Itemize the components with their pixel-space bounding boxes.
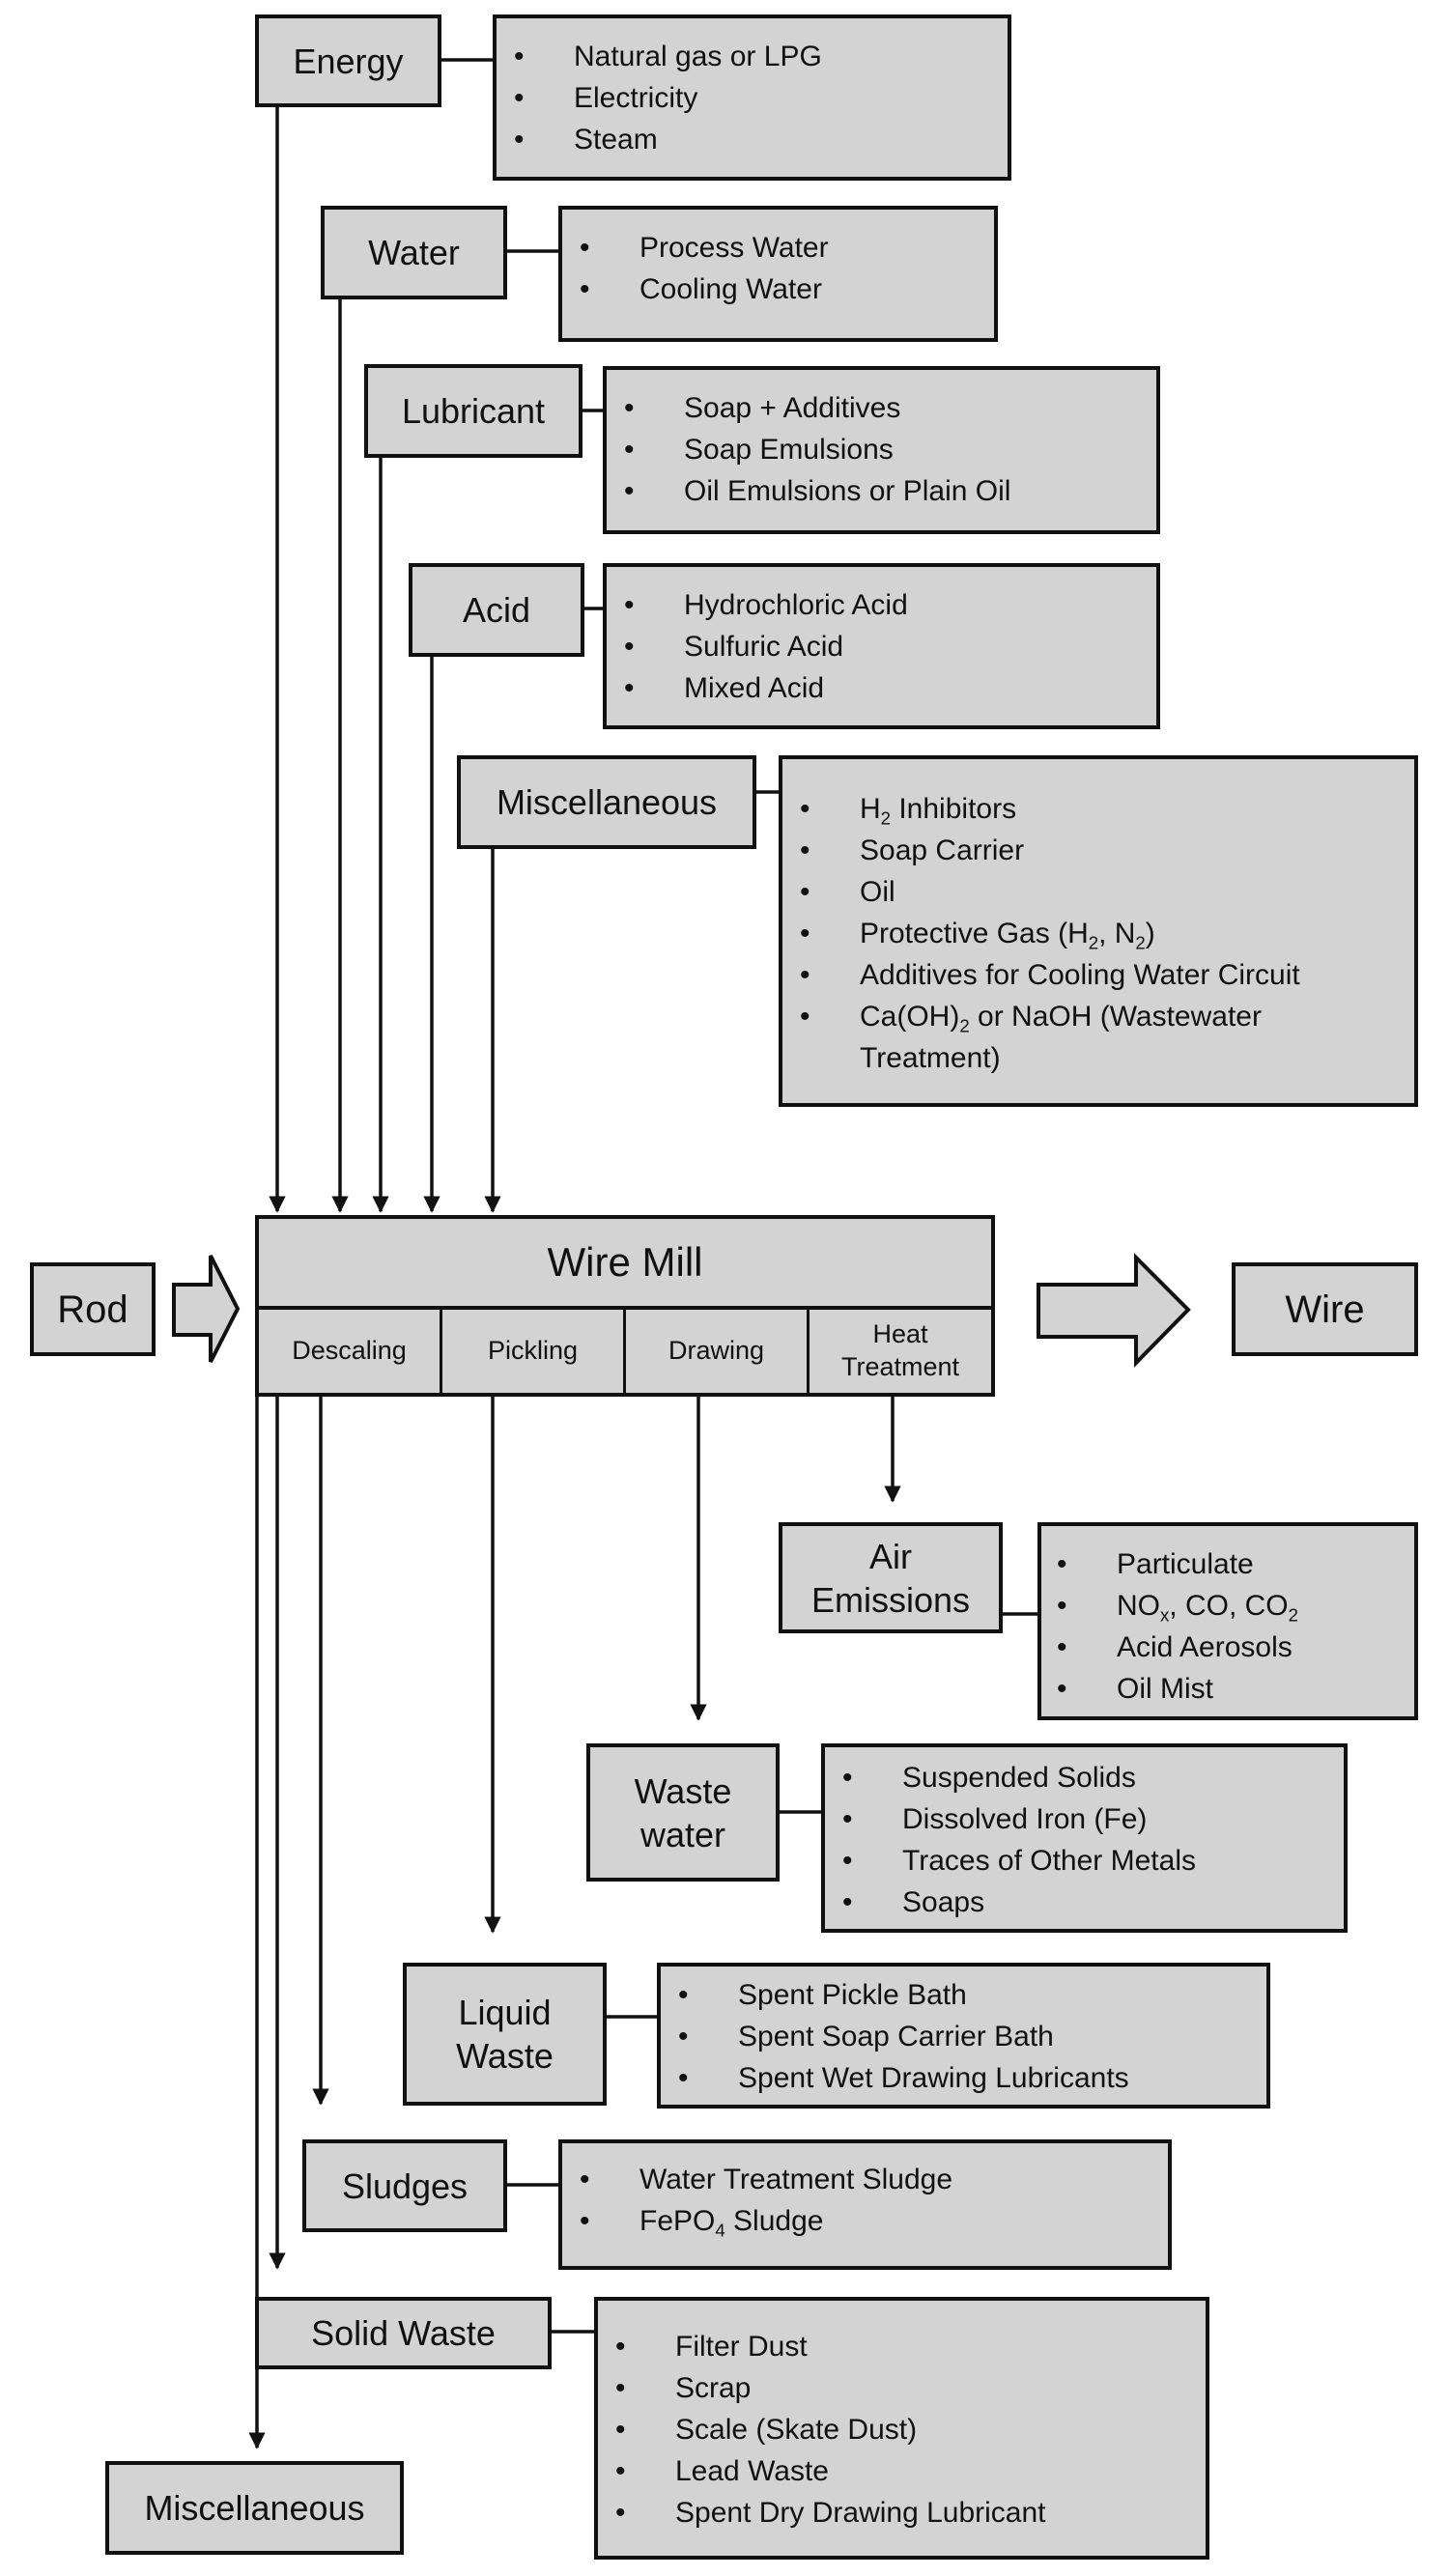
list-item: Ca(OH)2 or NaOH (Wastewater Treatment): [800, 996, 1395, 1079]
subscript: 2: [1088, 932, 1099, 953]
misc-output-box: Miscellaneous: [105, 2461, 404, 2555]
subscript: 2: [880, 807, 892, 829]
lubricant-box: Lubricant: [364, 364, 582, 458]
list-item: Electricity: [514, 77, 988, 119]
subscript: 2: [959, 1015, 970, 1036]
bullet-list: Process WaterCooling Water: [580, 227, 975, 310]
lubricant-label: Lubricant: [401, 391, 546, 431]
wire-box: Wire: [1232, 1262, 1418, 1356]
bullet-list: Hydrochloric AcidSulfuric AcidMixed Acid: [624, 584, 1137, 709]
bullet-list: Water Treatment SludgeFePO4 Sludge: [580, 2159, 1149, 2242]
solid-waste-label: Solid Waste: [311, 2313, 496, 2353]
acid-box: Acid: [409, 563, 584, 657]
list-item: Oil Mist: [1057, 1668, 1395, 1710]
lubricant-list: Soap + AdditivesSoap EmulsionsOil Emulsi…: [603, 366, 1160, 534]
list-item: Scale (Skate Dust): [615, 2409, 1186, 2450]
list-item: Spent Soap Carrier Bath: [678, 2016, 1247, 2057]
air-emissions-box: Air Emissions: [779, 1522, 1003, 1633]
wire-label: Wire: [1285, 1288, 1365, 1331]
list-item: Soaps: [842, 1882, 1324, 1923]
list-item: Additives for Cooling Water Circuit: [800, 954, 1395, 996]
wire-flow-arrow: [1037, 1253, 1191, 1368]
wire-mill: Wire Mill Descaling Pickling Drawing Hea…: [255, 1215, 995, 1397]
step-pickling: Pickling: [442, 1310, 626, 1393]
subscript: x: [1160, 1604, 1170, 1626]
wastewater-list: Suspended SolidsDissolved Iron (Fe)Trace…: [821, 1743, 1348, 1933]
air-emissions-label: Air Emissions: [810, 1536, 971, 1620]
subscript: 2: [1288, 1604, 1298, 1626]
solid-waste-box: Solid Waste: [255, 2297, 552, 2369]
list-item: Protective Gas (H2, N2): [800, 913, 1395, 954]
bullet-list: Filter DustScrapScale (Skate Dust)Lead W…: [615, 2326, 1186, 2534]
bullet-list: Soap + AdditivesSoap EmulsionsOil Emulsi…: [624, 387, 1137, 512]
bullet-list: Natural gas or LPGElectricitySteam: [514, 36, 988, 160]
rod-box: Rod: [30, 1262, 156, 1356]
liquid-waste-list: Spent Pickle BathSpent Soap Carrier Bath…: [657, 1963, 1270, 2109]
list-item: Traces of Other Metals: [842, 1840, 1324, 1882]
list-item: Particulate: [1057, 1543, 1395, 1585]
wastewater-box: Waste water: [586, 1743, 780, 1882]
list-item: Water Treatment Sludge: [580, 2159, 1149, 2200]
solid-waste-list: Filter DustScrapScale (Skate Dust)Lead W…: [594, 2297, 1209, 2560]
list-item: Lead Waste: [615, 2450, 1186, 2492]
sludges-list: Water Treatment SludgeFePO4 Sludge: [558, 2139, 1172, 2270]
water-label: Water: [368, 233, 460, 272]
list-item: Spent Wet Drawing Lubricants: [678, 2057, 1247, 2099]
rod-label: Rod: [57, 1288, 128, 1331]
water-list: Process WaterCooling Water: [558, 206, 998, 342]
list-item: Dissolved Iron (Fe): [842, 1798, 1324, 1840]
subscript: 2: [1135, 932, 1146, 953]
acid-list: Hydrochloric AcidSulfuric AcidMixed Acid: [603, 563, 1160, 729]
energy-label: Energy: [293, 41, 404, 81]
list-item: Natural gas or LPG: [514, 36, 988, 77]
list-item: Soap Carrier: [800, 830, 1395, 871]
step-drawing: Drawing: [626, 1310, 810, 1393]
energy-list: Natural gas or LPGElectricitySteam: [493, 14, 1011, 181]
list-item: Process Water: [580, 227, 975, 269]
list-item: Mixed Acid: [624, 667, 1137, 709]
step-heat-treatment: Heat Treatment: [840, 1319, 960, 1381]
misc-input-label: Miscellaneous: [496, 782, 718, 822]
list-item: Spent Dry Drawing Lubricant: [615, 2492, 1186, 2534]
acid-label: Acid: [462, 590, 531, 630]
bullet-list: ParticulateNOx, CO, CO2Acid AerosolsOil …: [1057, 1543, 1395, 1710]
list-item: Soap + Additives: [624, 387, 1137, 429]
sludges-label: Sludges: [341, 2166, 469, 2206]
step-descaling: Descaling: [259, 1310, 442, 1393]
liquid-waste-box: Liquid Waste: [403, 1963, 607, 2106]
list-item: Hydrochloric Acid: [624, 584, 1137, 626]
list-item: NOx, CO, CO2: [1057, 1585, 1395, 1627]
list-item: Oil Emulsions or Plain Oil: [624, 470, 1137, 512]
list-item: Scrap: [615, 2367, 1186, 2409]
list-item: H2 Inhibitors: [800, 788, 1395, 830]
list-item: Soap Emulsions: [624, 429, 1137, 470]
water-box: Water: [321, 206, 507, 299]
list-item: Oil: [800, 871, 1395, 913]
bullet-list: Spent Pickle BathSpent Soap Carrier Bath…: [678, 1974, 1247, 2099]
list-item: Cooling Water: [580, 269, 975, 310]
list-item: Acid Aerosols: [1057, 1627, 1395, 1668]
bullet-list: Suspended SolidsDissolved Iron (Fe)Trace…: [842, 1757, 1324, 1923]
subscript: 4: [715, 2220, 725, 2241]
list-item: Steam: [514, 119, 988, 160]
air-emissions-list: ParticulateNOx, CO, CO2Acid AerosolsOil …: [1037, 1522, 1418, 1720]
sludges-box: Sludges: [302, 2139, 507, 2232]
wastewater-label: Waste water: [634, 1770, 732, 1854]
rod-flow-arrow: [172, 1255, 241, 1363]
bullet-list: H2 InhibitorsSoap CarrierOilProtective G…: [800, 788, 1395, 1079]
wire-mill-title: Wire Mill: [259, 1219, 991, 1310]
misc-input-list: H2 InhibitorsSoap CarrierOilProtective G…: [779, 755, 1418, 1107]
liquid-waste-label: Liquid Waste: [456, 1993, 554, 2076]
list-item: Spent Pickle Bath: [678, 1974, 1247, 2016]
misc-output-label: Miscellaneous: [144, 2488, 365, 2528]
list-item: Sulfuric Acid: [624, 626, 1137, 667]
energy-box: Energy: [255, 14, 441, 107]
list-item: Suspended Solids: [842, 1757, 1324, 1798]
misc-input-box: Miscellaneous: [457, 755, 756, 849]
list-item: Filter Dust: [615, 2326, 1186, 2367]
list-item: FePO4 Sludge: [580, 2200, 1149, 2242]
